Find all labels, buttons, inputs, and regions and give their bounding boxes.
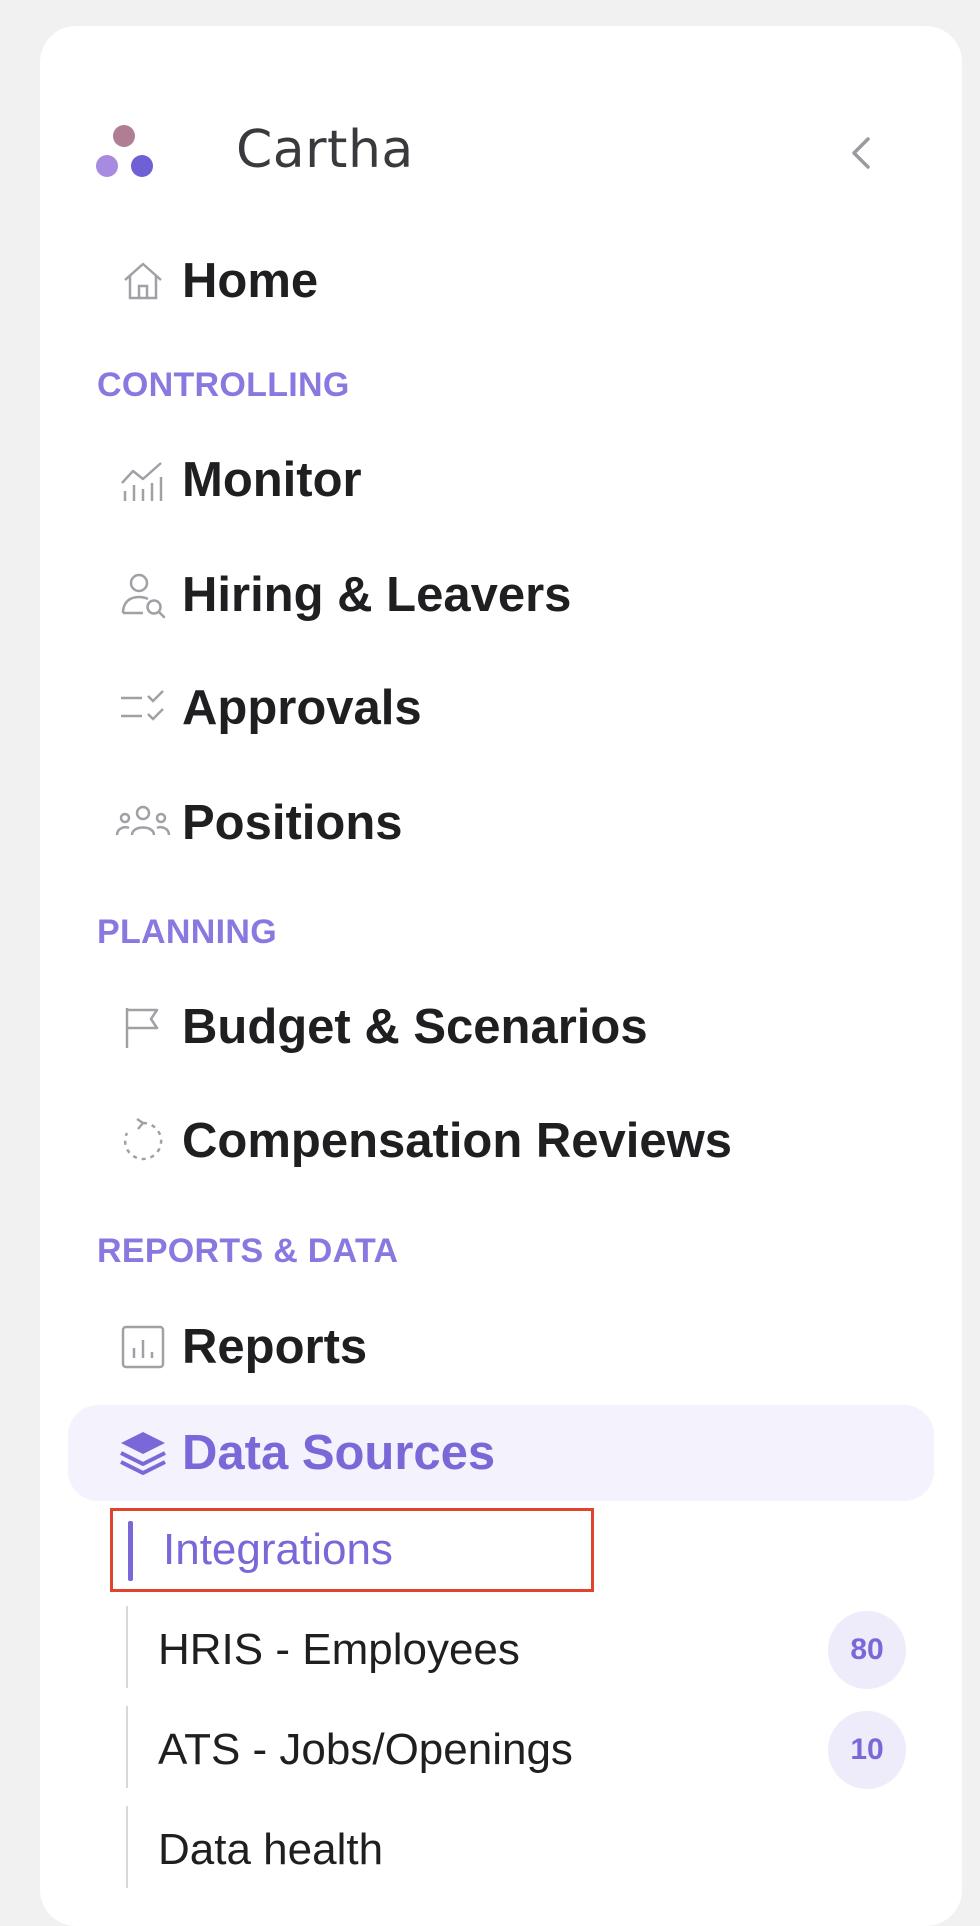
nav-label-reports: Reports	[182, 1320, 368, 1374]
checklist-icon	[112, 677, 174, 739]
section-title-reports-data: REPORTS & DATA	[97, 1232, 399, 1270]
nav-label-budget-scenarios: Budget & Scenarios	[182, 1000, 648, 1054]
nav-label-home: Home	[182, 254, 319, 308]
section-title-controlling: CONTROLLING	[97, 366, 350, 404]
count-badge: 80	[828, 1611, 906, 1689]
nav-item-monitor[interactable]: Monitor	[70, 435, 362, 525]
sub-item-hris-employees[interactable]: HRIS - Employees 80	[126, 1605, 906, 1695]
brand-name: Cartha	[236, 120, 414, 180]
nav-item-hiring-leavers[interactable]: Hiring & Leavers	[70, 550, 571, 640]
collapse-sidebar-button[interactable]	[836, 128, 886, 178]
chevron-left-icon	[852, 137, 870, 169]
sub-item-data-health[interactable]: Data health	[126, 1805, 906, 1895]
nav-label-monitor: Monitor	[182, 453, 362, 507]
nav-label-approvals: Approvals	[182, 681, 422, 735]
nav-item-reports[interactable]: Reports	[70, 1302, 367, 1392]
sub-label-data-health: Data health	[158, 1825, 384, 1874]
nav-item-compensation-reviews[interactable]: Compensation Reviews	[70, 1096, 732, 1186]
nav-item-budget-scenarios[interactable]: Budget & Scenarios	[70, 982, 648, 1072]
nav-label-compensation-reviews: Compensation Reviews	[182, 1114, 733, 1168]
bar-chart-icon	[112, 1316, 174, 1378]
nav-label-hiring-leavers: Hiring & Leavers	[182, 568, 572, 622]
sub-item-integrations[interactable]: Integrations	[110, 1508, 594, 1592]
sub-label-hris-employees: HRIS - Employees	[158, 1625, 520, 1674]
nav-item-positions[interactable]: Positions	[70, 778, 403, 868]
chart-trend-icon	[112, 449, 174, 511]
layers-icon	[112, 1422, 174, 1484]
nav-item-approvals[interactable]: Approvals	[70, 663, 422, 753]
nav-label-data-sources: Data Sources	[182, 1426, 496, 1480]
flag-icon	[112, 996, 174, 1058]
sub-item-ats-jobs-openings[interactable]: ATS - Jobs/Openings 10	[126, 1705, 906, 1795]
sub-label-integrations: Integrations	[163, 1525, 393, 1574]
cartha-logo-icon	[96, 125, 153, 177]
nav-item-home[interactable]: Home	[70, 236, 318, 326]
refresh-icon	[112, 1110, 174, 1172]
active-indicator	[128, 1521, 133, 1581]
home-icon	[112, 250, 174, 312]
sidebar-header: Cartha	[96, 98, 926, 208]
nav-item-data-sources[interactable]: Data Sources	[68, 1405, 934, 1501]
team-icon	[112, 792, 174, 854]
section-title-planning: PLANNING	[97, 913, 277, 951]
sub-label-ats-jobs-openings: ATS - Jobs/Openings	[158, 1725, 573, 1774]
user-search-icon	[112, 564, 174, 626]
count-badge: 10	[828, 1711, 906, 1789]
nav-label-positions: Positions	[182, 796, 403, 850]
